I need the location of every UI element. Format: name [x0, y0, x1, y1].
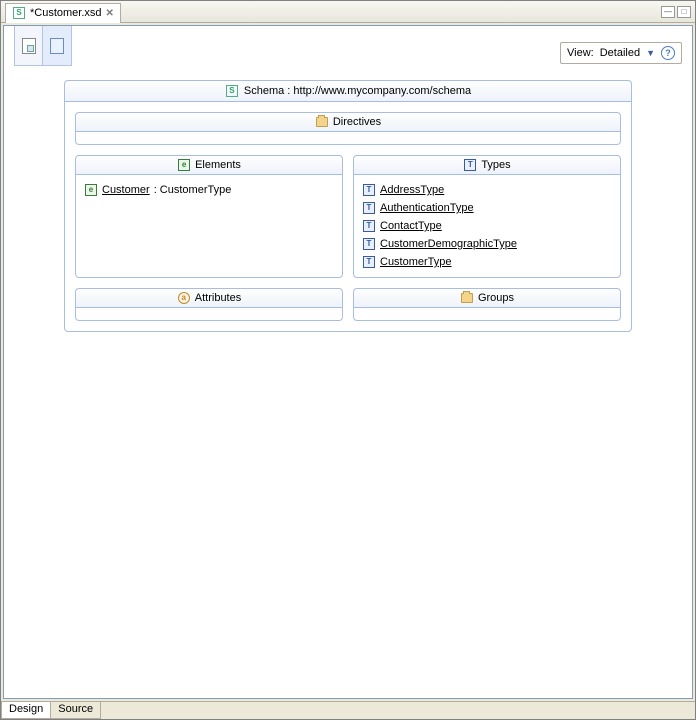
type-link[interactable]: AddressType	[380, 184, 444, 196]
type-item-icon: T	[362, 183, 376, 197]
groups-title: Groups	[478, 292, 514, 304]
minimize-button[interactable]: —	[661, 6, 675, 18]
types-title: Types	[481, 159, 510, 171]
element-type-suffix: : CustomerType	[154, 184, 232, 196]
type-item[interactable]: T AuthenticationType	[362, 199, 612, 217]
close-icon[interactable]: ✕	[106, 8, 114, 19]
type-item[interactable]: T CustomerType	[362, 253, 612, 271]
element-icon: e	[177, 158, 191, 172]
outline-icon	[50, 38, 64, 54]
groups-body[interactable]	[354, 308, 620, 320]
type-item[interactable]: T ContactType	[362, 217, 612, 235]
schema-box: S Schema : http://www.mycompany.com/sche…	[64, 80, 632, 332]
element-item-icon: e	[84, 183, 98, 197]
elements-header: e Elements	[76, 156, 342, 175]
types-section: T Types T AddressType T Authent	[353, 155, 621, 278]
tab-design[interactable]: Design	[1, 702, 51, 719]
attributes-title: Attributes	[195, 292, 241, 304]
element-link[interactable]: Customer	[102, 184, 150, 196]
schema-file-icon: S	[12, 6, 26, 20]
elements-title: Elements	[195, 159, 241, 171]
attributes-header: a Attributes	[76, 289, 342, 308]
groups-section: Groups	[353, 288, 621, 321]
attributes-section: a Attributes	[75, 288, 343, 321]
schema-header: S Schema : http://www.mycompany.com/sche…	[65, 81, 631, 102]
type-link[interactable]: CustomerType	[380, 256, 452, 268]
mid-row: e Elements e Customer : CustomerType	[75, 155, 621, 278]
tab-source[interactable]: Source	[50, 702, 101, 719]
element-item[interactable]: e Customer : CustomerType	[84, 181, 334, 199]
maximize-button[interactable]: □	[677, 6, 691, 18]
types-body[interactable]: T AddressType T AuthenticationType T Con…	[354, 175, 620, 277]
bottom-row: a Attributes Groups	[75, 288, 621, 321]
directives-section: Directives	[75, 112, 621, 145]
type-item-icon: T	[362, 201, 376, 215]
footer-tabs: Design Source	[1, 701, 695, 719]
type-item[interactable]: T AddressType	[362, 181, 612, 199]
schema-title: Schema : http://www.mycompany.com/schema	[244, 85, 471, 97]
document-icon	[22, 38, 36, 54]
elements-body[interactable]: e Customer : CustomerType	[76, 175, 342, 277]
window-controls: — □	[661, 6, 691, 18]
directives-body[interactable]	[76, 132, 620, 144]
type-link[interactable]: AuthenticationType	[380, 202, 474, 214]
view-label: View:	[567, 47, 594, 59]
schema-icon: S	[225, 84, 239, 98]
folder-icon	[315, 115, 329, 129]
list-view-button[interactable]	[43, 26, 71, 65]
type-item-icon: T	[362, 237, 376, 251]
view-value: Detailed	[600, 47, 640, 59]
editor-content: View: Detailed ▼ ? S Schema : http://www…	[3, 25, 693, 699]
view-selector[interactable]: View: Detailed ▼ ?	[560, 42, 682, 64]
directives-title: Directives	[333, 116, 381, 128]
view-mode-toggle	[14, 26, 72, 66]
schema-area: S Schema : http://www.mycompany.com/sche…	[4, 80, 692, 698]
type-link[interactable]: ContactType	[380, 220, 442, 232]
type-icon: T	[463, 158, 477, 172]
types-header: T Types	[354, 156, 620, 175]
type-item[interactable]: T CustomerDemographicType	[362, 235, 612, 253]
attribute-icon: a	[177, 291, 191, 305]
attributes-body[interactable]	[76, 308, 342, 320]
chevron-down-icon: ▼	[646, 48, 655, 58]
titlebar: S *Customer.xsd ✕ — □	[1, 1, 695, 23]
groups-header: Groups	[354, 289, 620, 308]
schema-body: Directives e Elements e	[65, 102, 631, 331]
editor-tab[interactable]: S *Customer.xsd ✕	[5, 3, 121, 23]
folder-icon	[460, 291, 474, 305]
type-item-icon: T	[362, 255, 376, 269]
doc-view-button[interactable]	[15, 26, 43, 65]
elements-section: e Elements e Customer : CustomerType	[75, 155, 343, 278]
editor-tab-title: *Customer.xsd	[30, 7, 102, 19]
help-icon[interactable]: ?	[661, 46, 675, 60]
type-item-icon: T	[362, 219, 376, 233]
toolbar: View: Detailed ▼ ?	[4, 26, 692, 80]
editor-window: S *Customer.xsd ✕ — □ View: Detailed ▼	[0, 0, 696, 720]
type-link[interactable]: CustomerDemographicType	[380, 238, 517, 250]
directives-header: Directives	[76, 113, 620, 132]
